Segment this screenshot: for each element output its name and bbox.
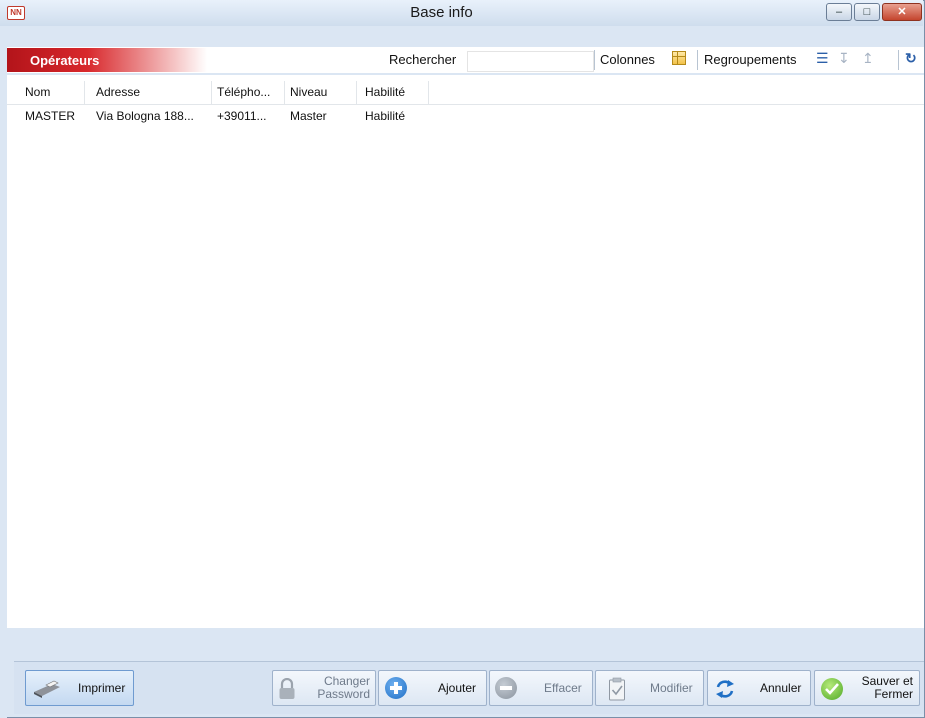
minus-circle-icon [495, 677, 517, 699]
sort-descending-icon[interactable]: ↥ [862, 50, 874, 67]
column-divider[interactable] [428, 81, 429, 104]
title-bar[interactable]: NN Base info – □ ✕ [0, 0, 923, 26]
window-frame-left [0, 26, 7, 718]
minimize-button[interactable]: – [826, 3, 852, 21]
add-label: Ajouter [438, 681, 477, 695]
toolbar-separator [697, 50, 698, 70]
section-header: Opérateurs [7, 48, 207, 72]
group-list-icon[interactable]: ☰ [816, 50, 829, 67]
column-divider[interactable] [284, 81, 285, 104]
plus-circle-icon [385, 677, 407, 699]
save-and-close-button[interactable]: Sauver et Fermer [814, 670, 920, 706]
search-input[interactable] [467, 51, 594, 72]
modify-button[interactable]: Modifier [595, 670, 704, 706]
column-header-telephone[interactable]: Télépho... [217, 81, 270, 104]
cancel-button[interactable]: Annuler [707, 670, 811, 706]
maximize-button[interactable]: □ [854, 3, 880, 21]
column-header-adresse[interactable]: Adresse [96, 81, 140, 104]
grouping-button[interactable]: Regroupements [704, 52, 797, 67]
cell-habilite: Habilité [365, 109, 406, 123]
toolbar-separator [898, 50, 899, 70]
cell-adresse: Via Bologna 188... [96, 109, 194, 123]
column-header-nom[interactable]: Nom [25, 81, 50, 104]
table-row[interactable]: MASTER Via Bologna 188... +39011... Mast… [7, 105, 924, 127]
column-divider[interactable] [356, 81, 357, 104]
refresh-arrows-icon [716, 680, 734, 698]
cell-nom: MASTER [25, 109, 76, 123]
padlock-icon [279, 678, 295, 699]
modify-label: Modifier [650, 681, 693, 695]
close-button[interactable]: ✕ [882, 3, 922, 21]
checkmark-circle-icon [821, 678, 843, 700]
section-title: Opérateurs [30, 53, 100, 68]
refresh-icon[interactable]: ↻ [905, 50, 917, 67]
print-label: Imprimer [78, 681, 126, 695]
cell-telephone: +39011... [217, 109, 267, 123]
print-button[interactable]: Imprimer [25, 670, 134, 706]
sort-ascending-icon[interactable]: ↧ [838, 50, 850, 67]
checkmark-icon [825, 683, 839, 695]
table-area [7, 75, 924, 628]
cell-niveau: Master [290, 109, 327, 123]
search-label: Rechercher [389, 52, 457, 67]
save-close-label-2: Fermer [874, 687, 913, 701]
delete-button[interactable]: Effacer [489, 670, 593, 706]
column-divider[interactable] [84, 81, 85, 104]
window-title: Base info [410, 4, 473, 21]
columns-button[interactable]: Colonnes [600, 52, 655, 67]
change-password-button[interactable]: Changer Password [272, 670, 376, 706]
printer-icon [34, 680, 60, 698]
change-password-label-2: Password [317, 687, 370, 701]
column-divider[interactable] [211, 81, 212, 104]
column-header-habilite[interactable]: Habilité [365, 81, 405, 104]
cancel-label: Annuler [760, 681, 802, 695]
clipboard-check-icon [609, 677, 625, 701]
delete-label: Effacer [544, 681, 582, 695]
table-header: Nom Adresse Télépho... Niveau Habilité [7, 81, 924, 105]
columns-grid-icon[interactable] [672, 51, 686, 65]
add-button[interactable]: Ajouter [378, 670, 487, 706]
toolbar-separator [594, 50, 595, 70]
column-header-niveau[interactable]: Niveau [290, 81, 327, 104]
